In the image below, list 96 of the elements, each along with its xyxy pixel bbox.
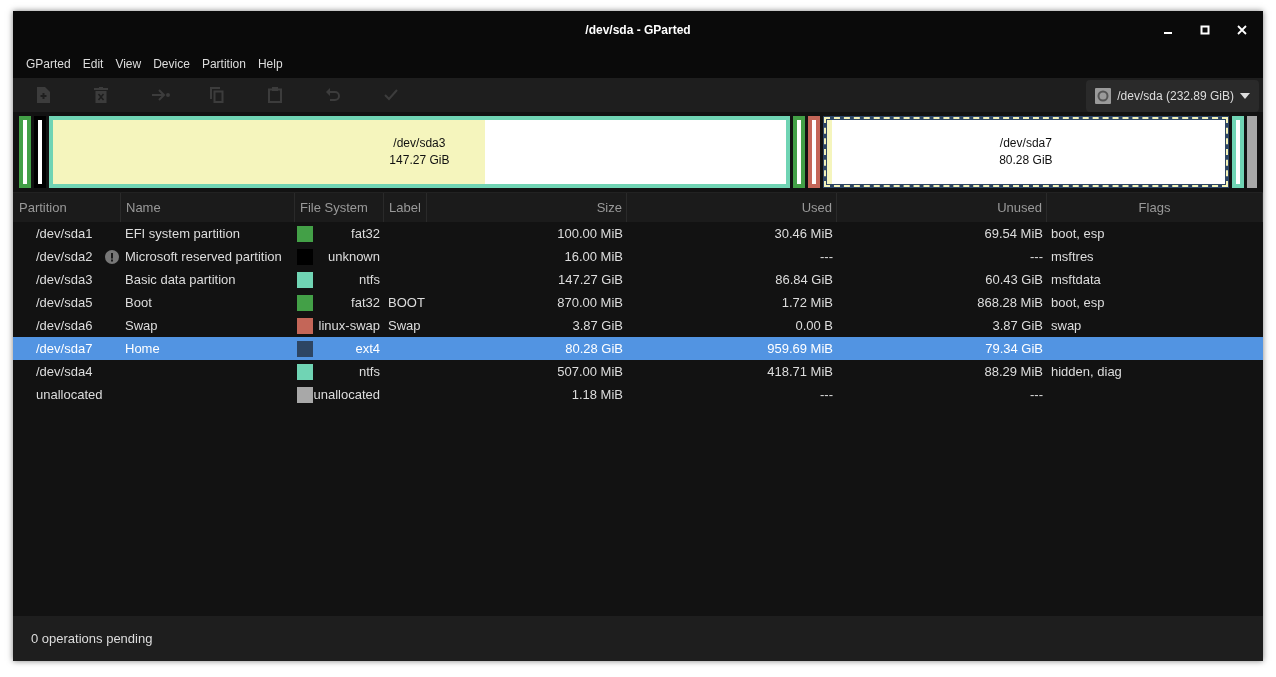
close-icon[interactable]: [1237, 25, 1247, 35]
table-cell: 100.00 MiB: [557, 226, 623, 241]
table-cell: /dev/sda4: [36, 364, 93, 379]
table-cell: 3.87 GiB: [992, 318, 1043, 333]
table-cell: /dev/sda6: [36, 318, 93, 333]
table-cell: 86.84 GiB: [775, 272, 833, 287]
status-text: 0 operations pending: [31, 631, 153, 646]
table-cell: ext4: [355, 341, 380, 356]
table-cell: 507.00 MiB: [557, 364, 623, 379]
table-cell: 80.28 GiB: [565, 341, 623, 356]
table-cell: 0.00 B: [795, 318, 833, 333]
dropdown-caret-icon: [1240, 93, 1250, 99]
table-cell: msftdata: [1051, 272, 1101, 287]
table-cell: unallocated: [36, 387, 103, 402]
table-cell: ---: [1030, 249, 1043, 264]
table-cell: Swap: [125, 318, 158, 333]
table-cell: Microsoft reserved partition: [125, 249, 282, 264]
table-cell: 1.18 MiB: [571, 387, 623, 402]
partition-label: /dev/sda3 147.27 GiB: [388, 135, 451, 169]
table-cell: Basic data partition: [125, 272, 236, 287]
table-cell: fat32: [351, 226, 380, 241]
window-title: /dev/sda - GParted: [585, 23, 691, 37]
column-header[interactable]: Partition: [13, 193, 121, 222]
table-cell: /dev/sda5: [36, 295, 93, 310]
menu-item[interactable]: View: [109, 56, 148, 71]
table-cell: 418.71 MiB: [767, 364, 833, 379]
table-cell: Swap: [388, 318, 421, 333]
menu-item[interactable]: GParted: [20, 56, 77, 71]
table-cell: /dev/sda1: [36, 226, 93, 241]
checkmark-icon: [384, 89, 398, 101]
maximize-icon[interactable]: [1200, 25, 1210, 35]
table-cell: ---: [820, 387, 833, 402]
table-cell: 69.54 MiB: [984, 226, 1043, 241]
partition-label: /dev/sda7 80.28 GiB: [998, 135, 1054, 169]
partition-segment[interactable]: /dev/sda7 80.28 GiB: [822, 116, 1229, 188]
table-cell: BOOT: [388, 295, 425, 310]
table-cell: ntfs: [359, 272, 380, 287]
table-cell: linux-swap: [318, 318, 380, 333]
table-cell: Home: [125, 341, 160, 356]
table-cell: 3.87 GiB: [572, 318, 623, 333]
table-cell: ntfs: [359, 364, 380, 379]
table-row[interactable]: unallocated unallocated 1.18 MiB --- ---: [13, 383, 1263, 406]
table-cell: 147.27 GiB: [557, 272, 623, 287]
table-cell: boot, esp: [1051, 295, 1105, 310]
table-row[interactable]: /dev/sda2 Microsoft reserved partition unknown 16.00 MiB --- --- msftres: [13, 245, 1263, 268]
table-cell: 60.43 GiB: [985, 272, 1043, 287]
table-cell: 868.28 MiB: [977, 295, 1043, 310]
table-cell: ---: [820, 249, 833, 264]
partition-segment[interactable]: [792, 116, 805, 188]
menu-item[interactable]: Help: [251, 56, 289, 71]
table-cell: /dev/sda3: [36, 272, 93, 287]
column-header[interactable]: Flags: [1047, 193, 1263, 222]
table-cell: 30.46 MiB: [774, 226, 833, 241]
column-header[interactable]: Used: [627, 193, 837, 222]
arrow-icon: [152, 88, 170, 102]
column-header[interactable]: Label: [384, 193, 427, 222]
undo-icon: [326, 88, 340, 102]
table-cell: 959.69 MiB: [767, 341, 833, 356]
partition-segment[interactable]: [34, 116, 46, 188]
table-cell: /dev/sda2: [36, 249, 93, 264]
table-cell: 79.34 GiB: [985, 341, 1043, 356]
table-cell: 88.29 MiB: [984, 364, 1043, 379]
delete-icon: [94, 87, 108, 103]
table-cell: 870.00 MiB: [557, 295, 623, 310]
table-cell: 16.00 MiB: [564, 249, 623, 264]
table-cell: /dev/sda7: [36, 341, 93, 356]
table-row[interactable]: /dev/sda3 Basic data partition ntfs 147.27 GiB 86.84 GiB 60.43 GiB msftdata: [13, 268, 1263, 291]
partition-segment[interactable]: [807, 116, 820, 188]
copy-icon: [210, 87, 224, 103]
table-row[interactable]: /dev/sda5 Boot fat32 BOOT 870.00 MiB 1.72 MiB 868.28 MiB boot, esp: [13, 291, 1263, 314]
table-row[interactable]: /dev/sda4 ntfs 507.00 MiB 418.71 MiB 88.29 MiB hidden, diag: [13, 360, 1263, 383]
clipboard-icon: [268, 87, 282, 103]
menu-item[interactable]: Device: [147, 56, 196, 71]
table-cell: Boot: [125, 295, 152, 310]
partition-segment[interactable]: /dev/sda3 147.27 GiB: [49, 116, 790, 188]
menu-item[interactable]: Partition: [195, 56, 252, 71]
table-row[interactable]: /dev/sda6 Swap linux-swap Swap 3.87 GiB 0.00 B 3.87 GiB swap: [13, 314, 1263, 337]
table-cell: ---: [1030, 387, 1043, 402]
table-cell: unallocated: [313, 387, 380, 402]
menu-item[interactable]: Edit: [76, 56, 110, 71]
table-cell: hidden, diag: [1051, 364, 1122, 379]
table-cell: fat32: [351, 295, 380, 310]
disk-icon: [1095, 88, 1112, 104]
column-header[interactable]: Unused: [837, 193, 1047, 222]
table-row[interactable]: /dev/sda1 EFI system partition fat32 100.00 MiB 30.46 MiB 69.54 MiB boot, esp: [13, 222, 1263, 245]
table-cell: 1.72 MiB: [781, 295, 833, 310]
table-cell: EFI system partition: [125, 226, 240, 241]
column-header[interactable]: Size: [427, 193, 627, 222]
table-cell: swap: [1051, 318, 1082, 333]
table-cell: unknown: [327, 249, 380, 264]
column-header[interactable]: Name: [121, 193, 295, 222]
table-cell: boot, esp: [1051, 226, 1105, 241]
device-selector[interactable]: /dev/sda (232.89 GiB): [1086, 80, 1259, 112]
column-header[interactable]: File System: [295, 193, 384, 222]
table-cell: msftres: [1051, 249, 1094, 264]
new-document-icon: [36, 87, 50, 103]
